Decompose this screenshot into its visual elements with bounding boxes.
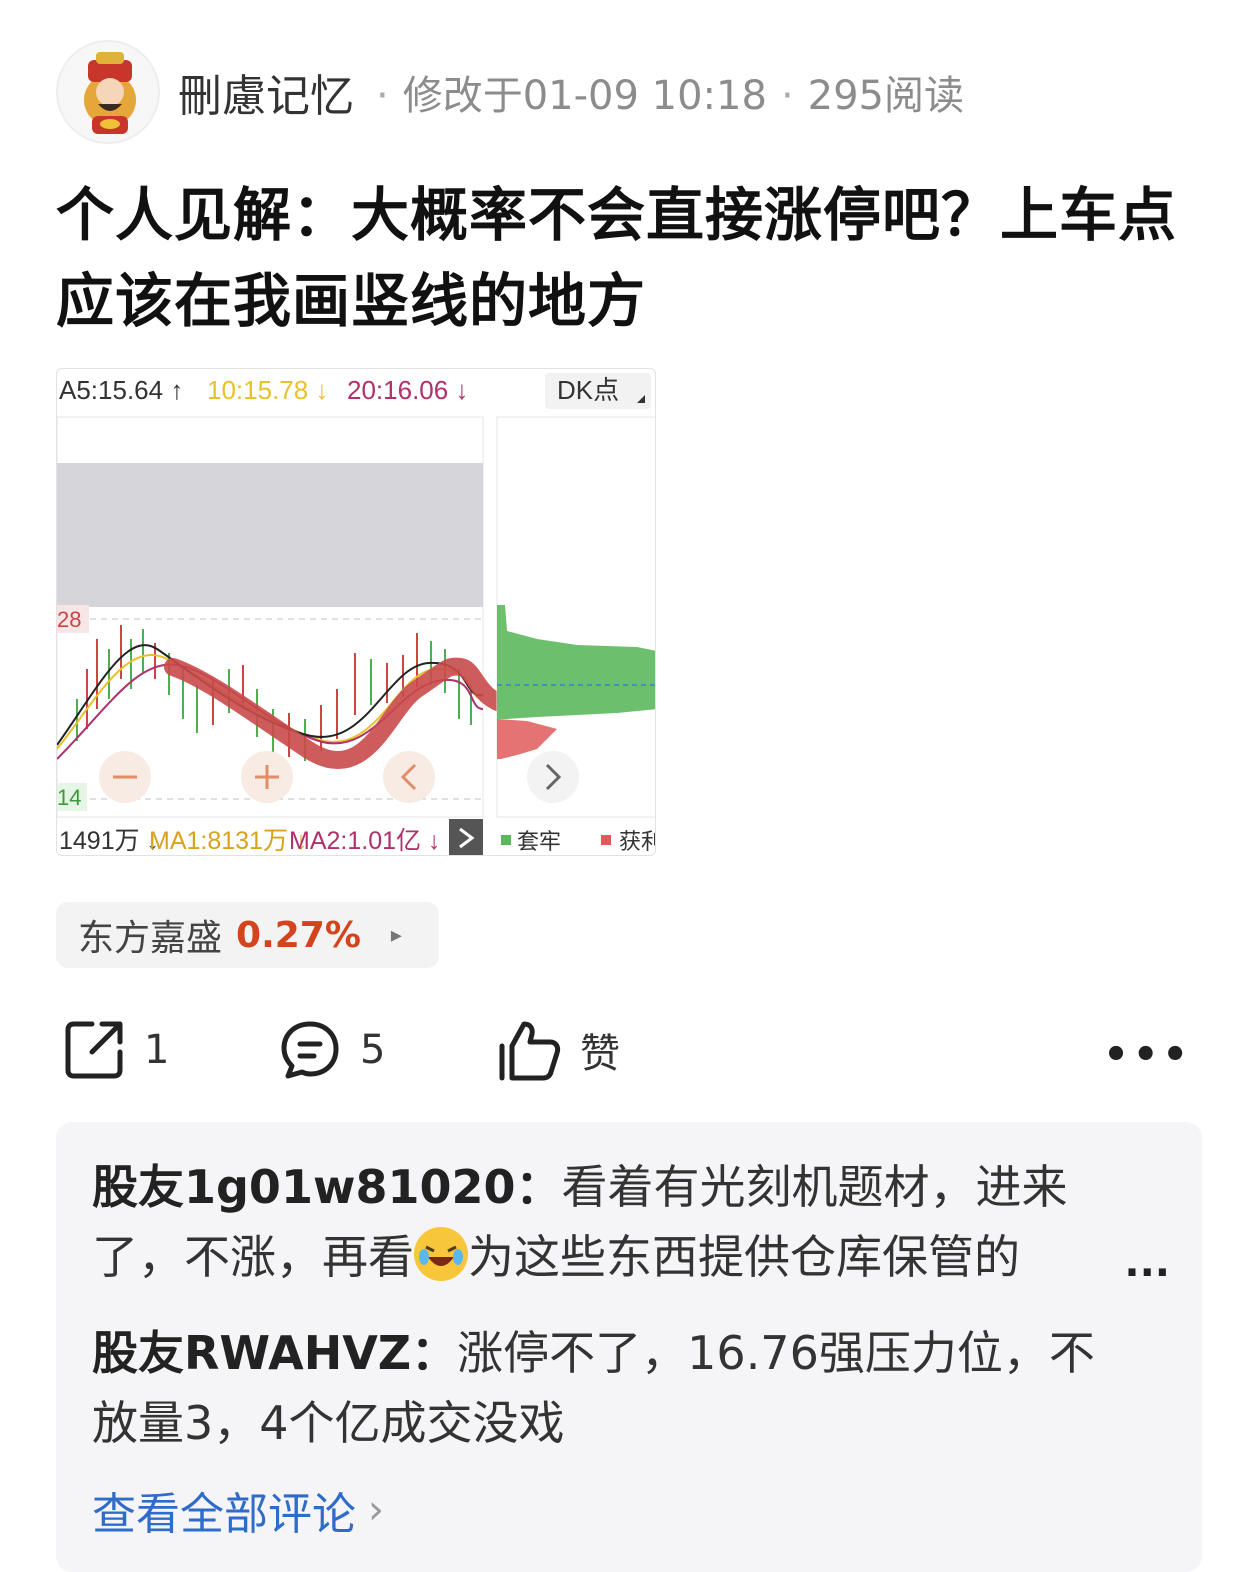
separator-dot: ·: [376, 73, 389, 119]
chevron-right-icon: ›: [368, 1487, 384, 1533]
comment-button[interactable]: 5: [278, 1010, 385, 1090]
stock-tag[interactable]: 东方嘉盛 0.27% ▸: [56, 902, 439, 968]
thumbs-up-icon: [499, 1021, 561, 1081]
share-count: 1: [144, 1027, 170, 1073]
comment-item[interactable]: 股友1g01w81020：看着有光刻机题材，进来了，不涨，再看 为这些东西提供仓库…: [92, 1152, 1132, 1292]
volume-ma2: MA2:1.01亿 ↓: [289, 827, 440, 855]
prev-button[interactable]: [383, 751, 435, 803]
comment-text-continued: 为这些东西提供仓库保管的: [468, 1230, 1020, 1284]
post-title: 个人见解：大概率不会直接涨停吧？上车点应该在我画竖线的地方: [56, 181, 1178, 335]
comment-icon: [281, 1021, 339, 1079]
like-label: 赞: [580, 1031, 620, 1077]
modified-time: 修改于01-09 10:18: [402, 73, 767, 119]
dk-button-label: DK点: [557, 375, 619, 405]
gray-mask: [57, 463, 483, 607]
post-header: 刪慮记忆 · 修改于01-09 10:18 · 295阅读: [56, 40, 1206, 144]
post-meta: · 修改于01-09 10:18 · 295阅读: [362, 63, 964, 121]
ma-a20: 20:16.06 ↓: [347, 375, 468, 405]
next-button[interactable]: [527, 751, 579, 803]
read-count: 295阅读: [807, 73, 965, 119]
legend-trapped: 套牢: [517, 829, 561, 854]
volume-value: 1491万 ↓: [59, 827, 159, 855]
separator-dot: ·: [780, 73, 794, 119]
action-bar: 1 5 赞 •••: [56, 1010, 1206, 1090]
comment-count: 5: [360, 1027, 386, 1073]
volume-ma1: MA1:8131万 ↓: [149, 827, 307, 855]
expand-button[interactable]: [449, 819, 483, 856]
play-icon: ▸: [390, 922, 402, 948]
legend-profit: 获利: [619, 829, 656, 854]
avatar[interactable]: [56, 40, 160, 144]
share-button[interactable]: 1: [62, 1010, 169, 1090]
like-button[interactable]: 赞: [496, 1010, 620, 1090]
chart-screenshot[interactable]: A5:15.64 ↑ 10:15.78 ↓ 20:16.06 ↓ DK点 28 …: [56, 368, 656, 856]
stock-name: 东方嘉盛: [78, 918, 223, 959]
more-icon[interactable]: •••: [1103, 1032, 1192, 1078]
comment-item[interactable]: 股友RWAHVZ：涨停不了，16.76强压力位，不放量3，4个亿成交没戏: [92, 1318, 1132, 1458]
ma-a5: A5:15.64 ↑: [59, 375, 183, 405]
comment-ellipsis: ...: [1124, 1240, 1170, 1286]
share-icon: [65, 1021, 123, 1079]
ma-a10: 10:15.78 ↓: [207, 375, 328, 405]
y-label-top: 28: [57, 607, 81, 632]
comments-preview: 股友1g01w81020：看着有光刻机题材，进来了，不涨，再看 为这些东西提供仓库…: [56, 1122, 1202, 1572]
comment-user[interactable]: 股友1g01w81020：: [92, 1160, 561, 1214]
see-all-label: 查看全部评论: [92, 1489, 356, 1540]
see-all-comments-link[interactable]: 查看全部评论 ›: [92, 1478, 384, 1542]
stock-change: 0.27%: [236, 914, 361, 956]
author-name[interactable]: 刪慮记忆: [178, 60, 354, 124]
y-label-bottom: 14: [57, 785, 81, 810]
laughing-emoji-icon: [414, 1227, 468, 1281]
comment-user[interactable]: 股友RWAHVZ：: [92, 1326, 457, 1380]
